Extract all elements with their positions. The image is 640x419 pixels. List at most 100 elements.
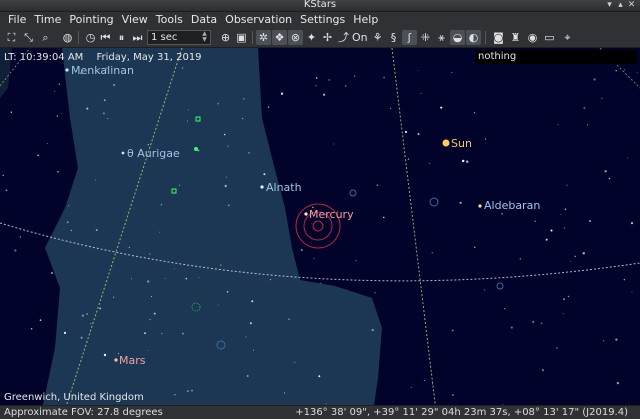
star[interactable] [103, 353, 107, 357]
statusbar: Approximate FOV: 27.8 degrees +136° 38' … [0, 405, 640, 419]
globe-icon[interactable]: ◍ [60, 30, 75, 45]
label-sun[interactable]: Sun [451, 137, 472, 150]
star [440, 106, 443, 109]
menu-file[interactable]: File [4, 12, 30, 27]
label-menkalinan[interactable]: Menkalinan [71, 64, 134, 77]
menu-time[interactable]: Time [30, 12, 65, 27]
constellation-names-icon[interactable]: On [352, 30, 368, 45]
star-theta-aurigae[interactable] [121, 151, 125, 155]
time-step-spinbox[interactable]: 1 sec ▲ ▼ [147, 30, 211, 45]
star [545, 238, 548, 241]
menu-tools[interactable]: Tools [152, 12, 187, 27]
cluster-marker[interactable] [194, 147, 198, 151]
center-icon[interactable]: ⊕ [218, 30, 233, 45]
focus-object-box: nothing [475, 50, 637, 64]
star [174, 393, 176, 396]
sun-disk[interactable] [442, 139, 450, 147]
mosaic-icon[interactable]: ◉ [525, 30, 540, 45]
label-alnath[interactable]: Alnath [266, 181, 302, 194]
label-mars[interactable]: Mars [119, 354, 146, 367]
star [128, 246, 130, 249]
star [80, 336, 83, 339]
equatorial-grid-icon[interactable]: ʃ [402, 30, 417, 45]
hips-icon[interactable]: ◙ [491, 30, 506, 45]
star [61, 113, 63, 114]
spinbox-arrows-icon[interactable]: ▲ ▼ [200, 31, 209, 44]
label-aldebaran[interactable]: Aldebaran [484, 199, 540, 212]
star [227, 204, 230, 207]
step-back-icon[interactable]: ⏮ [98, 30, 113, 45]
nebula-marker[interactable] [429, 197, 439, 207]
screenshot-icon[interactable]: ▣ [234, 30, 249, 45]
star [593, 78, 596, 81]
menu-help[interactable]: Help [349, 12, 382, 27]
star [541, 369, 544, 372]
nebula-marker[interactable] [496, 282, 504, 290]
star-menkalinan[interactable] [65, 68, 69, 72]
star [147, 144, 150, 146]
fullscreen-icon[interactable]: ⛶ [4, 30, 19, 45]
star [68, 205, 70, 207]
constellation-lines-icon[interactable]: ⤴ [336, 30, 351, 45]
star [320, 282, 322, 284]
toolbar: ⛶ ⤡ ⌕ ◍ ◷ ⏮ ⏸ ⏭ 1 sec ▲ ▼ ⊕ ▣ ✲ ❖ ⊗ ✦ ✢ ⤴… [0, 27, 640, 48]
menu-view[interactable]: View [118, 12, 152, 27]
star [283, 392, 286, 394]
sky-map[interactable]: LT: 10:39:04 AM Friday, May 31, 2019 not… [0, 48, 640, 419]
maximize-icon[interactable]: ▴ [615, 0, 626, 11]
menu-observation[interactable]: Observation [221, 12, 296, 27]
star [95, 229, 98, 232]
planet-mars[interactable] [114, 358, 118, 362]
close-icon[interactable]: ✕ [626, 0, 637, 11]
telescope-icon[interactable]: ▭ [542, 30, 557, 45]
star [153, 312, 156, 315]
minimize-icon[interactable]: ▾ [604, 0, 615, 11]
star [383, 216, 385, 219]
star [484, 138, 487, 140]
menu-settings[interactable]: Settings [296, 12, 349, 27]
supernovae-icon[interactable]: ✦ [304, 30, 319, 45]
star [431, 252, 433, 254]
milky-way-icon[interactable]: § [386, 30, 401, 45]
nebula-marker[interactable] [349, 189, 357, 197]
star [564, 208, 567, 211]
star [147, 349, 149, 351]
planet-mercury[interactable] [304, 212, 308, 216]
star [197, 149, 200, 152]
star [66, 221, 69, 224]
horizontal-grid-icon[interactable]: ⁜ [418, 30, 433, 45]
ground-icon[interactable]: ⚹ [434, 30, 449, 45]
solar-system-icon[interactable]: ⊗ [288, 30, 303, 45]
stars-icon[interactable]: ✲ [256, 30, 271, 45]
label-theta-aurigae[interactable]: θ Aurigae [127, 147, 180, 160]
target-icon[interactable]: ⌖ [560, 30, 575, 45]
star-aldebaran[interactable] [478, 204, 482, 208]
star [227, 145, 229, 147]
star [615, 338, 618, 341]
deep-sky-icon[interactable]: ❖ [272, 30, 287, 45]
sensor-fov-icon[interactable]: ♜ [508, 30, 523, 45]
search-icon[interactable]: ⌕ [38, 30, 53, 45]
star [252, 349, 255, 351]
star [144, 332, 146, 335]
star [159, 231, 161, 233]
menu-data[interactable]: Data [187, 12, 221, 27]
star-alnath[interactable] [260, 185, 264, 189]
label-mercury[interactable]: Mercury [309, 208, 354, 221]
sky-canvas[interactable] [0, 48, 640, 419]
pause-icon[interactable]: ⏸ [114, 30, 129, 45]
horizon-icon[interactable]: ◒ [450, 30, 465, 45]
satellites-icon[interactable]: ⚘ [370, 30, 385, 45]
star [540, 322, 543, 325]
zoom-fit-icon[interactable]: ⤡ [21, 30, 36, 45]
star [417, 132, 420, 136]
comets-icon[interactable]: ✢ [320, 30, 335, 45]
star [534, 220, 536, 222]
star [220, 264, 222, 266]
step-forward-icon[interactable]: ⏭ [130, 30, 145, 45]
star [81, 314, 84, 317]
flags-icon[interactable]: ◐ [466, 30, 481, 45]
star [501, 212, 503, 215]
menu-pointing[interactable]: Pointing [65, 12, 117, 27]
clock-icon[interactable]: ◷ [83, 30, 98, 45]
